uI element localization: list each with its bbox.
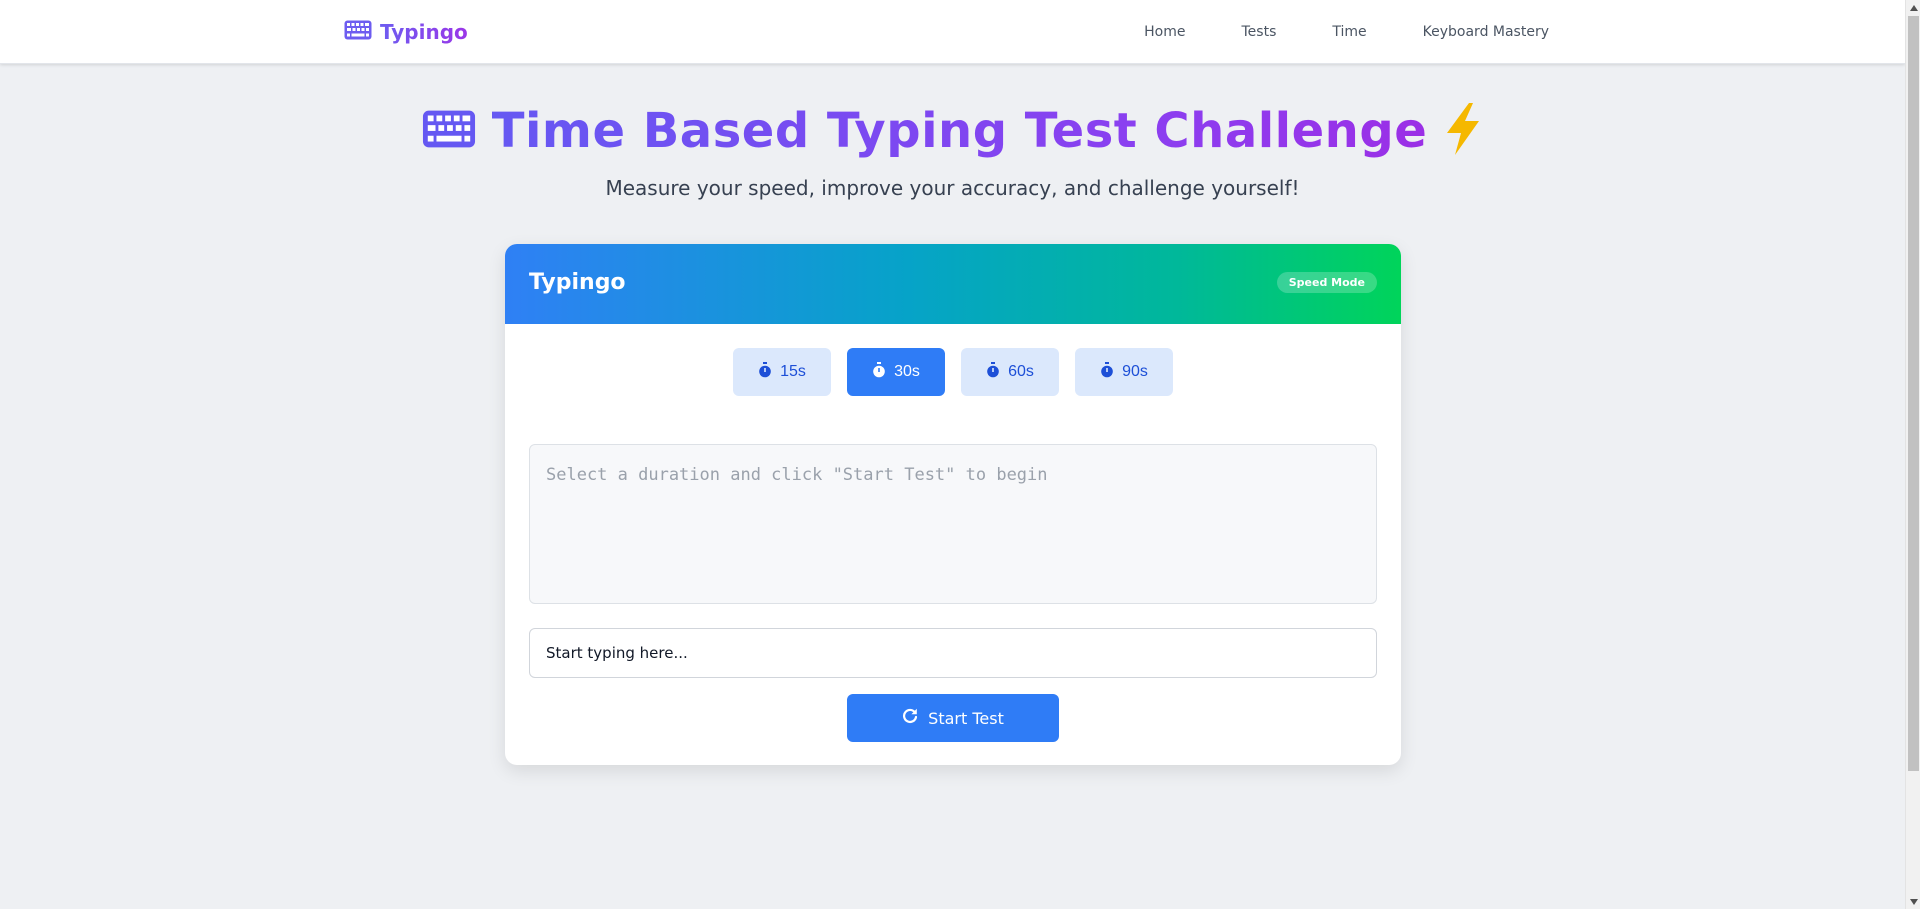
typing-test-card: Typingo Speed Mode 15s 30s 60s 90s Selec…	[505, 244, 1401, 765]
text-display: Select a duration and click "Start Test"…	[529, 444, 1377, 604]
page-title: Time Based Typing Test Challenge	[0, 96, 1905, 166]
duration-label: 60s	[1008, 363, 1034, 380]
duration-selector: 15s 30s 60s 90s	[505, 348, 1401, 396]
keyboard-icon	[422, 109, 476, 153]
stopwatch-icon	[986, 361, 1000, 383]
duration-label: 90s	[1122, 363, 1148, 380]
typing-input[interactable]	[529, 628, 1377, 678]
duration-button-30s[interactable]: 30s	[847, 348, 945, 396]
nav-links: Home Tests Time Keyboard Mastery	[1116, 0, 1549, 64]
duration-button-15s[interactable]: 15s	[733, 348, 831, 396]
mode-badge: Speed Mode	[1276, 272, 1377, 293]
start-test-button[interactable]: Start Test	[847, 694, 1059, 742]
nav-link-time[interactable]: Time	[1304, 24, 1394, 40]
duration-label: 15s	[780, 363, 806, 380]
duration-label: 30s	[894, 363, 920, 380]
nav-link-keyboard-mastery[interactable]: Keyboard Mastery	[1395, 24, 1549, 40]
scrollbar-thumb[interactable]	[1908, 16, 1919, 771]
scroll-up-arrow-icon[interactable]	[1906, 0, 1920, 15]
lightning-icon	[1443, 103, 1483, 159]
start-test-label: Start Test	[928, 708, 1004, 728]
scroll-down-arrow-icon[interactable]	[1906, 894, 1920, 909]
nav-link-tests[interactable]: Tests	[1214, 24, 1305, 40]
duration-button-90s[interactable]: 90s	[1075, 348, 1173, 396]
page-subtitle: Measure your speed, improve your accurac…	[605, 176, 1300, 200]
keyboard-icon	[344, 20, 372, 44]
redo-icon	[902, 708, 918, 728]
card-header: Typingo Speed Mode	[505, 244, 1401, 324]
page-scrollbar[interactable]	[1905, 0, 1920, 909]
duration-button-60s[interactable]: 60s	[961, 348, 1059, 396]
brand-link[interactable]: Typingo	[344, 18, 468, 46]
nav-link-home[interactable]: Home	[1116, 24, 1213, 40]
card-title: Typingo	[529, 270, 626, 295]
stopwatch-icon	[758, 361, 772, 383]
navbar: Typingo Home Tests Time Keyboard Mastery	[0, 0, 1905, 64]
page-title-text: Time Based Typing Test Challenge	[491, 103, 1428, 159]
brand-name: Typingo	[380, 20, 468, 44]
stopwatch-icon	[1100, 361, 1114, 383]
stopwatch-icon	[872, 361, 886, 383]
